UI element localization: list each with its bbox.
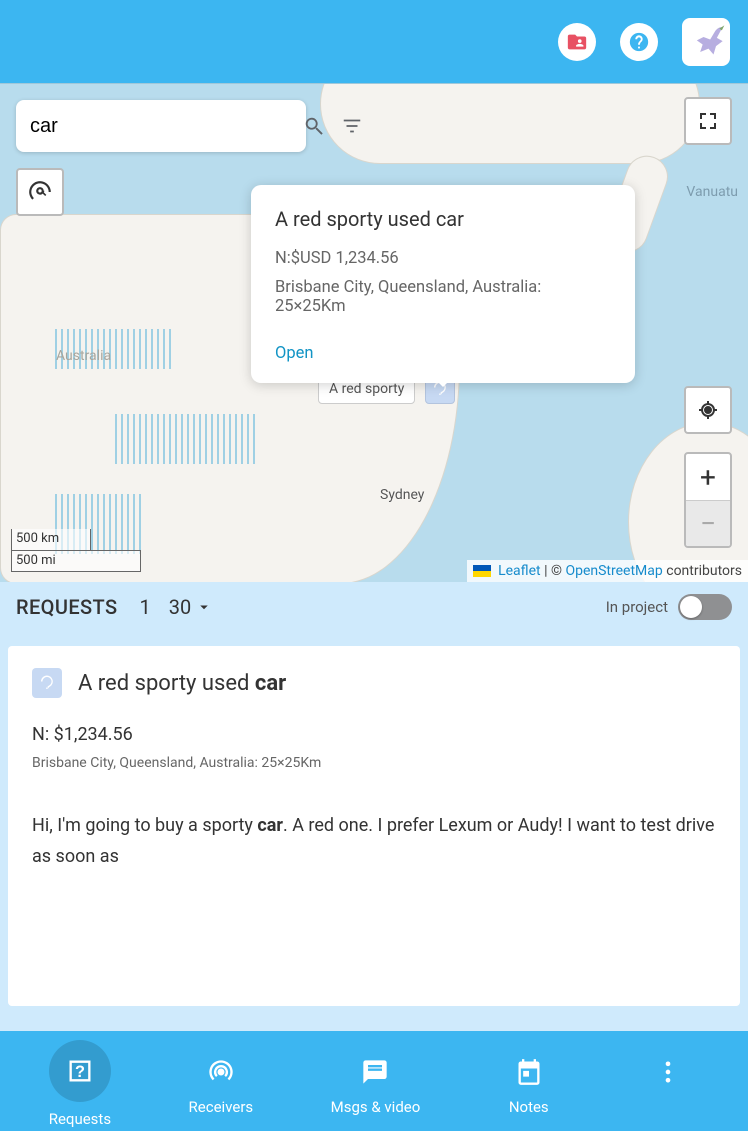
requests-header: REQUESTS 1 30 In project: [0, 582, 748, 632]
svg-text:?: ?: [75, 1063, 85, 1081]
country-label-australia: Australia: [56, 348, 111, 364]
folder-shared-icon: [566, 31, 588, 53]
receivers-icon: [207, 1058, 235, 1086]
request-title: A red sporty used car: [78, 671, 286, 696]
fullscreen-icon: [696, 109, 720, 133]
search-icon: [303, 115, 325, 137]
notes-icon: [515, 1058, 543, 1086]
request-card[interactable]: A red sporty used car N: $1,234.56 Brisb…: [8, 646, 740, 1006]
chat-icon: [361, 1058, 389, 1086]
fullscreen-button[interactable]: [684, 97, 732, 145]
popup-title: A red sporty used car: [275, 207, 611, 231]
osm-link[interactable]: OpenStreetMap: [565, 563, 662, 579]
map-search-box: [16, 100, 306, 152]
popup-open-link[interactable]: Open: [275, 344, 313, 363]
nav-msgs[interactable]: Msgs & video: [331, 1052, 421, 1116]
zoom-out-button: −: [686, 500, 730, 546]
crosshair-icon: [696, 398, 720, 422]
dove-icon: [686, 22, 726, 62]
per-page-dropdown[interactable]: 30: [169, 595, 213, 619]
question-icon: [38, 674, 56, 692]
more-vert-icon: [654, 1058, 682, 1086]
zoom-in-button[interactable]: +: [686, 454, 730, 500]
search-button[interactable]: [303, 114, 325, 138]
map-search-area-button[interactable]: [16, 168, 64, 216]
nav-notes[interactable]: Notes: [498, 1052, 560, 1116]
requests-list: A red sporty used car N: $1,234.56 Brisb…: [0, 632, 748, 1031]
map-scale: 500 km 500 mi: [11, 529, 141, 572]
nav-requests[interactable]: ? Requests: [49, 1040, 111, 1128]
filter-button[interactable]: [341, 114, 363, 138]
ukraine-flag-icon: [473, 565, 491, 577]
map-attribution: Leaflet | © OpenStreetMap contributors: [467, 560, 748, 582]
locate-button[interactable]: [684, 386, 732, 434]
request-type-icon-box: [32, 668, 62, 698]
requests-icon: ?: [66, 1057, 94, 1085]
help-button[interactable]: [620, 23, 658, 61]
requests-count: 1: [140, 595, 151, 619]
popup-price: N:$USD 1,234.56: [275, 249, 611, 268]
map-popup: A red sporty used car N:$USD 1,234.56 Br…: [251, 185, 635, 383]
scale-km: 500 km: [11, 529, 91, 551]
map-search-input[interactable]: [30, 115, 295, 138]
requests-title: REQUESTS: [16, 595, 118, 619]
bottom-nav: ? Requests Receivers Msgs & video Notes: [0, 1031, 748, 1131]
globe-search-icon: [27, 179, 53, 205]
request-price: N: $1,234.56: [32, 724, 716, 745]
country-label-vanuatu: Vanuatu: [686, 184, 738, 200]
nav-more[interactable]: [637, 1052, 699, 1116]
popup-location: Brisbane City, Queensland, Australia: 25…: [275, 278, 611, 316]
top-bar: [0, 0, 748, 83]
folder-shared-button[interactable]: [558, 23, 596, 61]
nav-receivers[interactable]: Receivers: [189, 1052, 254, 1116]
zoom-controls: + −: [684, 452, 732, 548]
filter-icon: [341, 115, 363, 137]
chevron-down-icon: [195, 598, 213, 616]
in-project-label: In project: [606, 598, 668, 616]
request-description: Hi, I'm going to buy a sporty car. A red…: [32, 811, 716, 872]
request-location: Brisbane City, Queensland, Australia: 25…: [32, 755, 716, 771]
help-icon: [628, 31, 650, 53]
leaflet-link[interactable]: Leaflet: [498, 563, 541, 579]
city-label-sydney: Sydney: [380, 487, 424, 503]
in-project-toggle[interactable]: [678, 594, 732, 620]
app-logo[interactable]: [682, 18, 730, 66]
scale-mi: 500 mi: [11, 550, 141, 572]
map[interactable]: Australia Vanuatu Br e Sydney + −: [0, 83, 748, 582]
